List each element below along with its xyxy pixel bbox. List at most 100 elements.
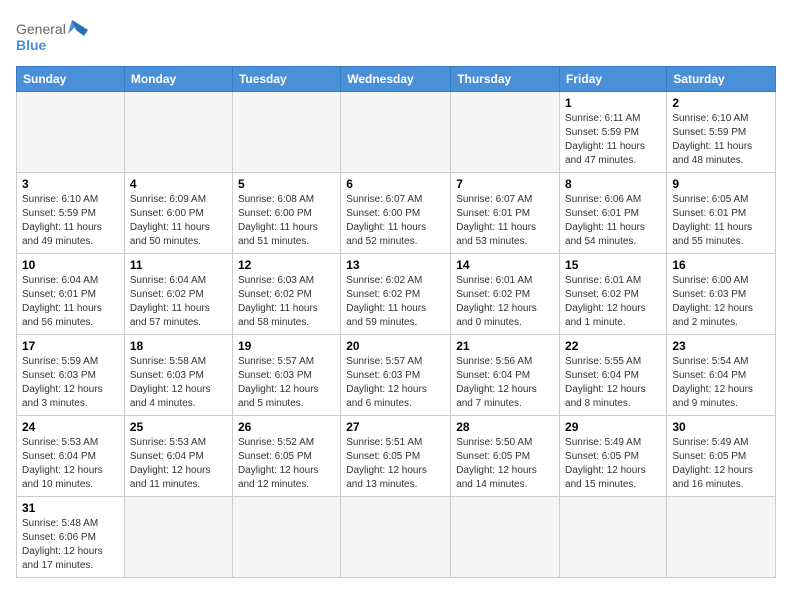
day-info: Sunrise: 6:10 AM Sunset: 5:59 PM Dayligh…	[672, 112, 770, 168]
day-info: Sunrise: 6:08 AM Sunset: 6:00 PM Dayligh…	[238, 193, 335, 249]
calendar-cell	[17, 92, 125, 173]
calendar-cell: 20 Sunrise: 5:57 AM Sunset: 6:03 PM Dayli…	[341, 335, 451, 416]
weekday-header-monday: Monday	[124, 67, 232, 92]
day-info: Sunrise: 6:05 AM Sunset: 6:01 PM Dayligh…	[672, 193, 770, 249]
calendar-cell: 17 Sunrise: 5:59 AM Sunset: 6:03 PM Dayli…	[17, 335, 125, 416]
calendar-cell: 19 Sunrise: 5:57 AM Sunset: 6:03 PM Dayli…	[232, 335, 340, 416]
calendar-cell: 12 Sunrise: 6:03 AM Sunset: 6:02 PM Dayli…	[232, 254, 340, 335]
day-number: 30	[672, 420, 770, 434]
calendar-cell: 3Sunrise: 6:10 AM Sunset: 5:59 PM Daylig…	[17, 173, 125, 254]
day-number: 11	[130, 258, 227, 272]
calendar-cell: 11 Sunrise: 6:04 AM Sunset: 6:02 PM Dayli…	[124, 254, 232, 335]
weekday-header-saturday: Saturday	[667, 67, 776, 92]
calendar-cell: 18 Sunrise: 5:58 AM Sunset: 6:03 PM Dayli…	[124, 335, 232, 416]
day-number: 14	[456, 258, 554, 272]
day-number: 31	[22, 501, 119, 515]
day-info: Sunrise: 5:53 AM Sunset: 6:04 PM Dayligh…	[130, 436, 227, 492]
day-info: Sunrise: 6:04 AM Sunset: 6:01 PM Dayligh…	[22, 274, 119, 330]
calendar-week-row: 17 Sunrise: 5:59 AM Sunset: 6:03 PM Dayli…	[17, 335, 776, 416]
day-info: Sunrise: 5:55 AM Sunset: 6:04 PM Dayligh…	[565, 355, 661, 411]
day-number: 15	[565, 258, 661, 272]
day-info: Sunrise: 5:56 AM Sunset: 6:04 PM Dayligh…	[456, 355, 554, 411]
logo: GeneralBlue	[16, 16, 96, 58]
calendar-cell: 14Sunrise: 6:01 AM Sunset: 6:02 PM Dayli…	[451, 254, 560, 335]
calendar-cell	[560, 497, 667, 578]
day-info: Sunrise: 5:50 AM Sunset: 6:05 PM Dayligh…	[456, 436, 554, 492]
day-number: 27	[346, 420, 445, 434]
day-info: Sunrise: 6:06 AM Sunset: 6:01 PM Dayligh…	[565, 193, 661, 249]
calendar-week-row: 10 Sunrise: 6:04 AM Sunset: 6:01 PM Dayli…	[17, 254, 776, 335]
day-info: Sunrise: 5:52 AM Sunset: 6:05 PM Dayligh…	[238, 436, 335, 492]
day-number: 2	[672, 96, 770, 110]
calendar-cell: 22 Sunrise: 5:55 AM Sunset: 6:04 PM Dayli…	[560, 335, 667, 416]
svg-text:General: General	[16, 21, 66, 37]
day-number: 10	[22, 258, 119, 272]
day-number: 1	[565, 96, 661, 110]
calendar-cell	[124, 92, 232, 173]
day-number: 24	[22, 420, 119, 434]
page-header: GeneralBlue	[16, 16, 776, 58]
day-info: Sunrise: 5:59 AM Sunset: 6:03 PM Dayligh…	[22, 355, 119, 411]
calendar-cell	[341, 497, 451, 578]
weekday-header-sunday: Sunday	[17, 67, 125, 92]
day-info: Sunrise: 5:53 AM Sunset: 6:04 PM Dayligh…	[22, 436, 119, 492]
calendar-cell: 8 Sunrise: 6:06 AM Sunset: 6:01 PM Daylig…	[560, 173, 667, 254]
day-number: 25	[130, 420, 227, 434]
day-info: Sunrise: 6:07 AM Sunset: 6:01 PM Dayligh…	[456, 193, 554, 249]
day-number: 7	[456, 177, 554, 191]
day-number: 28	[456, 420, 554, 434]
weekday-header-wednesday: Wednesday	[341, 67, 451, 92]
day-number: 29	[565, 420, 661, 434]
day-info: Sunrise: 6:11 AM Sunset: 5:59 PM Dayligh…	[565, 112, 661, 168]
day-info: Sunrise: 6:04 AM Sunset: 6:02 PM Dayligh…	[130, 274, 227, 330]
day-info: Sunrise: 5:48 AM Sunset: 6:06 PM Dayligh…	[22, 517, 119, 573]
calendar-cell: 27 Sunrise: 5:51 AM Sunset: 6:05 PM Dayli…	[341, 416, 451, 497]
calendar-cell	[451, 92, 560, 173]
day-number: 8	[565, 177, 661, 191]
day-info: Sunrise: 5:51 AM Sunset: 6:05 PM Dayligh…	[346, 436, 445, 492]
calendar-cell: 13Sunrise: 6:02 AM Sunset: 6:02 PM Dayli…	[341, 254, 451, 335]
calendar-cell	[341, 92, 451, 173]
calendar-cell: 10 Sunrise: 6:04 AM Sunset: 6:01 PM Dayli…	[17, 254, 125, 335]
day-number: 5	[238, 177, 335, 191]
calendar-cell: 30 Sunrise: 5:49 AM Sunset: 6:05 PM Dayli…	[667, 416, 776, 497]
day-info: Sunrise: 5:57 AM Sunset: 6:03 PM Dayligh…	[238, 355, 335, 411]
day-number: 9	[672, 177, 770, 191]
day-number: 21	[456, 339, 554, 353]
calendar-cell: 7 Sunrise: 6:07 AM Sunset: 6:01 PM Daylig…	[451, 173, 560, 254]
day-info: Sunrise: 6:03 AM Sunset: 6:02 PM Dayligh…	[238, 274, 335, 330]
day-number: 22	[565, 339, 661, 353]
day-info: Sunrise: 5:49 AM Sunset: 6:05 PM Dayligh…	[565, 436, 661, 492]
calendar-cell: 21 Sunrise: 5:56 AM Sunset: 6:04 PM Dayli…	[451, 335, 560, 416]
calendar-cell	[451, 497, 560, 578]
day-info: Sunrise: 5:57 AM Sunset: 6:03 PM Dayligh…	[346, 355, 445, 411]
day-info: Sunrise: 6:09 AM Sunset: 6:00 PM Dayligh…	[130, 193, 227, 249]
day-info: Sunrise: 5:54 AM Sunset: 6:04 PM Dayligh…	[672, 355, 770, 411]
day-info: Sunrise: 5:58 AM Sunset: 6:03 PM Dayligh…	[130, 355, 227, 411]
calendar-cell: 16Sunrise: 6:00 AM Sunset: 6:03 PM Dayli…	[667, 254, 776, 335]
day-number: 12	[238, 258, 335, 272]
calendar-week-row: 31 Sunrise: 5:48 AM Sunset: 6:06 PM Dayli…	[17, 497, 776, 578]
calendar-cell	[124, 497, 232, 578]
day-number: 6	[346, 177, 445, 191]
calendar-cell	[232, 92, 340, 173]
day-number: 26	[238, 420, 335, 434]
calendar-header-row: SundayMondayTuesdayWednesdayThursdayFrid…	[17, 67, 776, 92]
day-number: 17	[22, 339, 119, 353]
calendar-cell: 24 Sunrise: 5:53 AM Sunset: 6:04 PM Dayli…	[17, 416, 125, 497]
day-number: 13	[346, 258, 445, 272]
calendar-cell: 29 Sunrise: 5:49 AM Sunset: 6:05 PM Dayli…	[560, 416, 667, 497]
calendar-cell: 31 Sunrise: 5:48 AM Sunset: 6:06 PM Dayli…	[17, 497, 125, 578]
calendar-week-row: 24 Sunrise: 5:53 AM Sunset: 6:04 PM Dayli…	[17, 416, 776, 497]
day-number: 20	[346, 339, 445, 353]
day-number: 19	[238, 339, 335, 353]
calendar-cell: 1 Sunrise: 6:11 AM Sunset: 5:59 PM Daylig…	[560, 92, 667, 173]
day-info: Sunrise: 5:49 AM Sunset: 6:05 PM Dayligh…	[672, 436, 770, 492]
day-number: 18	[130, 339, 227, 353]
calendar-cell: 6Sunrise: 6:07 AM Sunset: 6:00 PM Daylig…	[341, 173, 451, 254]
weekday-header-thursday: Thursday	[451, 67, 560, 92]
calendar-week-row: 1 Sunrise: 6:11 AM Sunset: 5:59 PM Daylig…	[17, 92, 776, 173]
calendar-cell: 4 Sunrise: 6:09 AM Sunset: 6:00 PM Daylig…	[124, 173, 232, 254]
day-number: 4	[130, 177, 227, 191]
calendar-cell: 26 Sunrise: 5:52 AM Sunset: 6:05 PM Dayli…	[232, 416, 340, 497]
